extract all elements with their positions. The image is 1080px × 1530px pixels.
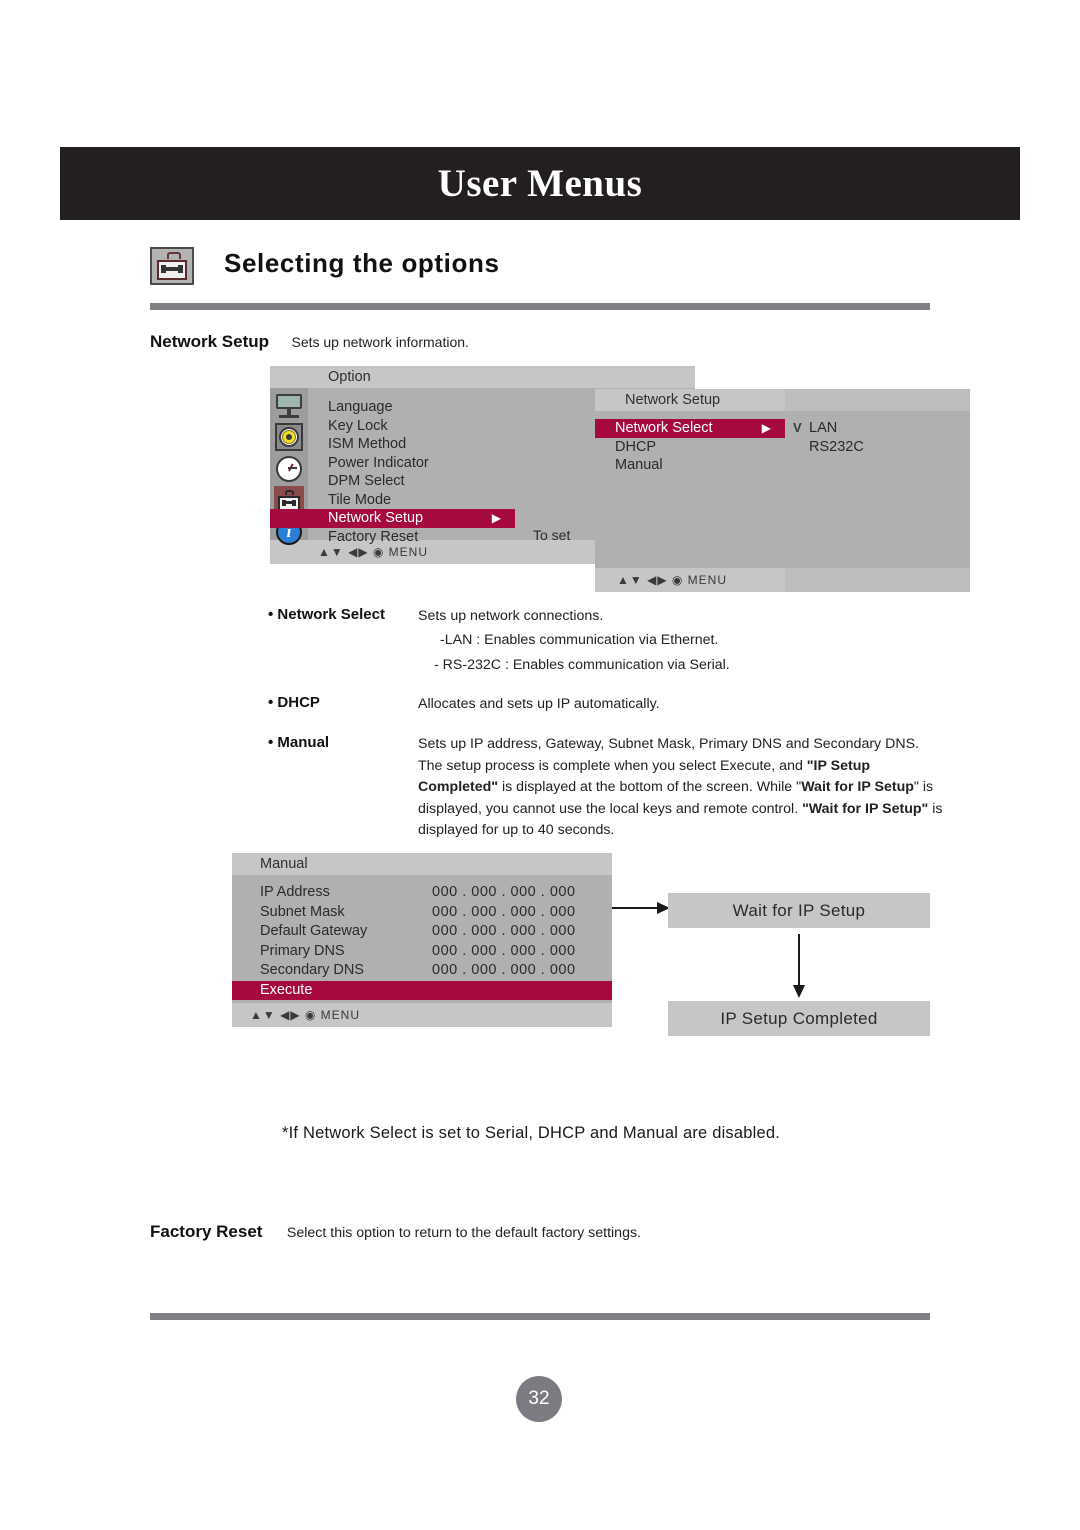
osd-manual-nav-hint: ▲▼ ◀▶ ◉ MENU <box>250 1008 361 1022</box>
row-value[interactable]: 000 . 000 . 000 . 000 <box>432 903 576 923</box>
osd-manual-row-ip-address[interactable]: IP Address 000 . 000 . 000 . 000 <box>232 883 612 903</box>
intro-line: Network Setup Sets up network informatio… <box>150 332 469 352</box>
osd-manual-row-secondary-dns[interactable]: Secondary DNS 000 . 000 . 000 . 000 <box>232 961 612 981</box>
osd-manual-title: Manual <box>260 856 308 872</box>
flow-box-completed: IP Setup Completed <box>668 1001 930 1036</box>
osd-network-nav-hint: ▲▼ ◀▶ ◉ MENU <box>617 573 728 587</box>
osd-option-item-factory-reset[interactable]: Factory Reset <box>270 528 515 547</box>
arrow-right-icon <box>612 902 670 914</box>
description-network-select: • Network Select Sets up network connect… <box>268 606 948 678</box>
row-key: Primary DNS <box>260 942 345 959</box>
factory-reset-label: Factory Reset <box>150 1222 263 1241</box>
chevron-right-icon: ▶ <box>491 511 501 525</box>
section-title: Selecting the options <box>224 248 500 278</box>
osd-network-item-dhcp[interactable]: DHCP <box>595 438 785 457</box>
osd-network-option-rs232c[interactable]: RS232C <box>785 438 970 457</box>
osd-manual-menu: Manual IP Address 000 . 000 . 000 . 000 … <box>232 853 612 1027</box>
osd-option-titlebar: Option <box>270 366 515 388</box>
divider-bottom <box>150 1313 930 1320</box>
osd-manual-row-primary-dns[interactable]: Primary DNS 000 . 000 . 000 . 000 <box>232 942 612 962</box>
plain-text: is displayed at the bottom of the screen… <box>498 779 802 795</box>
toolcase-icon <box>150 247 194 285</box>
emphasis-text: "Wait for IP Setup" <box>802 800 929 817</box>
description-label: • Network Select <box>268 606 385 623</box>
plain-text: The setup process is complete when you s… <box>418 757 807 774</box>
wrench-icon <box>161 265 183 273</box>
row-key: Default Gateway <box>260 923 368 939</box>
row-value[interactable]: 000 . 000 . 000 . 000 <box>432 883 576 903</box>
subline-lan: -LAN : Enables communication via Etherne… <box>440 631 719 648</box>
osd-option-menu: Option i Language Key Lock ISM Method Po… <box>270 366 515 564</box>
flow-box-wait: Wait for IP Setup <box>668 893 930 928</box>
osd-network-titlebar: Network Setup <box>595 389 970 411</box>
osd-manual-row-default-gateway[interactable]: Default Gateway 000 . 000 . 000 . 000 <box>232 922 612 942</box>
osd-option-item-network-setup-label: Network Setup <box>328 510 424 526</box>
osd-network-item-network-select-label: Network Select <box>615 420 713 436</box>
description-text: Sets up network connections. <box>418 608 604 624</box>
description-text: Allocates and sets up IP automatically. <box>418 695 660 712</box>
osd-network-item-network-select[interactable]: Network Select ▶ <box>595 419 785 438</box>
osd-manual-row-subnet-mask[interactable]: Subnet Mask 000 . 000 . 000 . 000 <box>232 903 612 923</box>
execute-label: Execute <box>260 981 313 998</box>
description-block: • Network Select Sets up network connect… <box>268 606 948 844</box>
row-key: Secondary DNS <box>260 962 364 978</box>
osd-network-body: Network Select ▶ DHCP Manual V LAN RS232… <box>595 411 970 568</box>
row-value[interactable]: 000 . 000 . 000 . 000 <box>432 922 576 942</box>
description-paragraph: The setup process is complete when you s… <box>418 756 948 842</box>
row-key: Subnet Mask <box>260 903 345 920</box>
osd-network-title: Network Setup <box>625 392 721 408</box>
divider-top <box>150 303 930 310</box>
page-title: User Menus <box>437 162 643 205</box>
osd-network-footer-right <box>785 568 970 592</box>
row-value[interactable]: 000 . 000 . 000 . 000 <box>432 961 576 981</box>
disabled-note: *If Network Select is set to Serial, DHC… <box>282 1124 781 1142</box>
osd-option-body: i Language Key Lock ISM Method Power Ind… <box>270 388 515 545</box>
osd-network-titlebar-right <box>785 389 970 411</box>
subline-rs232c: - RS-232C : Enables communication via Se… <box>434 656 730 673</box>
osd-network-footer-left: ▲▼ ◀▶ ◉ MENU <box>595 568 785 592</box>
osd-option-item-ism-method[interactable]: ISM Method <box>270 435 515 454</box>
factory-reset-block: Factory Reset Select this option to retu… <box>150 1222 641 1242</box>
to-set-label: To set <box>533 527 571 543</box>
check-icon: V <box>793 420 802 435</box>
osd-option-item-tile-mode[interactable]: Tile Mode <box>270 491 515 510</box>
description-sublines: -LAN : Enables communication via Etherne… <box>418 628 948 678</box>
description-manual: • Manual Sets up IP address, Gateway, Su… <box>268 734 948 842</box>
description-label: • DHCP <box>268 693 320 711</box>
osd-option-item-network-setup[interactable]: Network Setup ▶ <box>270 509 515 528</box>
osd-network-item-list: Network Select ▶ DHCP Manual <box>595 411 785 568</box>
page-number-badge: 32 <box>516 1376 562 1422</box>
row-key: IP Address <box>260 884 330 900</box>
osd-option-item-key-lock[interactable]: Key Lock <box>270 417 515 436</box>
toolcase-handle <box>167 252 181 259</box>
osd-manual-execute-button[interactable]: Execute <box>232 980 612 1000</box>
chevron-right-icon: ▶ <box>761 421 771 435</box>
page-header-bar: User Menus <box>60 147 1020 220</box>
intro-description: Sets up network information. <box>291 334 469 350</box>
manual-page: User Menus Selecting the options Network… <box>0 0 1080 1530</box>
row-value[interactable]: 000 . 000 . 000 . 000 <box>432 942 576 962</box>
osd-option-title: Option <box>328 369 371 385</box>
osd-option-side-cap <box>515 366 695 388</box>
osd-option-item-language[interactable]: Language <box>270 398 515 417</box>
osd-option-item-power-indicator[interactable]: Power Indicator <box>270 454 515 473</box>
intro-label: Network Setup <box>150 332 270 351</box>
arrow-down-icon <box>793 934 805 998</box>
osd-manual-body: IP Address 000 . 000 . 000 . 000 Subnet … <box>232 875 612 1003</box>
osd-network-setup-menu: Network Setup Network Select ▶ DHCP Manu… <box>595 389 970 592</box>
osd-network-titlebar-left: Network Setup <box>595 389 785 411</box>
factory-reset-text: Select this option to return to the defa… <box>286 1225 641 1241</box>
osd-network-item-manual[interactable]: Manual <box>595 456 785 475</box>
description-text: Sets up IP address, Gateway, Subnet Mask… <box>418 736 919 752</box>
emphasis-text: Wait for IP Setup <box>801 779 914 795</box>
osd-manual-footer: ▲▼ ◀▶ ◉ MENU <box>232 1003 612 1027</box>
description-label: • Manual <box>268 734 330 751</box>
osd-option-item-list: Language Key Lock ISM Method Power Indic… <box>270 398 515 546</box>
osd-manual-titlebar: Manual <box>232 853 612 875</box>
osd-option-item-dpm-select[interactable]: DPM Select <box>270 472 515 491</box>
osd-network-option-list: V LAN RS232C <box>785 411 970 568</box>
osd-network-option-lan[interactable]: LAN <box>785 419 970 438</box>
description-dhcp: • DHCP Allocates and sets up IP automati… <box>268 694 948 716</box>
osd-network-footer: ▲▼ ◀▶ ◉ MENU <box>595 568 970 592</box>
